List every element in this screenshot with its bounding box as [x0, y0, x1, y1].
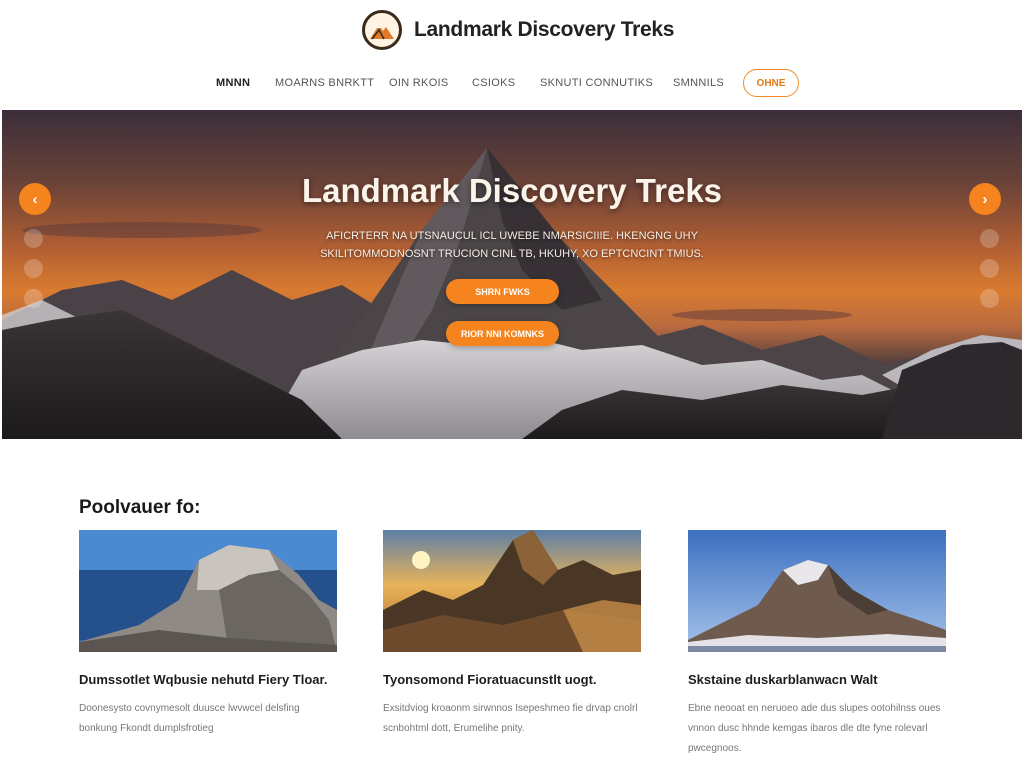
hero-secondary-button[interactable]: RIOR NNI KOMNKS [446, 321, 559, 346]
card-title[interactable]: Skstaine duskarblanwacn Walt [688, 670, 946, 689]
card-image-sunset-peak[interactable] [383, 530, 641, 652]
carousel-dot[interactable] [980, 259, 999, 278]
card-title[interactable]: Tyonsomond Fioratuacunstlt uogt. [383, 670, 641, 689]
brand-name: Landmark Discovery Treks [414, 18, 675, 41]
chevron-right-icon: › [982, 190, 988, 208]
hero-subtitle-line2: SKILITOMMODNOSNT TRUCION CINL TB, HKUHY,… [320, 248, 704, 260]
nav-cta-button[interactable]: OHNE [743, 69, 799, 97]
hero-primary-button[interactable]: SHRN FWKS [446, 279, 559, 304]
nav-item-3[interactable]: OIN RKOIS [389, 77, 449, 89]
card-image-snow-peak[interactable] [688, 530, 946, 652]
hero-title: Landmark Discovery Treks [301, 172, 723, 209]
carousel-dot[interactable] [24, 289, 43, 308]
trek-card[interactable]: Skstaine duskarblanwacn Walt Ebne neooat… [688, 530, 946, 759]
trek-card[interactable]: Dumssotlet Wqbusie nehutd Fiery Tloar. D… [79, 530, 337, 739]
hero-banner: Landmark Discovery Treks AFICRTERR NA UT… [2, 110, 1022, 439]
hero-mountain-image [2, 148, 1022, 439]
nav-item-6[interactable]: SMNNILS [673, 77, 724, 89]
site-header: Landmark Discovery Treks MNNN MOARNS BNR… [0, 0, 1024, 110]
carousel-prev-button[interactable]: ‹ [19, 183, 51, 215]
nav-item-4[interactable]: CSIOKS [472, 77, 515, 89]
trek-card[interactable]: Tyonsomond Fioratuacunstlt uogt. Exsitdv… [383, 530, 641, 739]
card-image-rock[interactable] [79, 530, 337, 652]
carousel-dot[interactable] [24, 229, 43, 248]
card-text: Exsitdviog kroaonm sirwnnos Isepeshmeo f… [383, 703, 638, 734]
carousel-next-button[interactable]: › [969, 183, 1001, 215]
section-title: Poolvauer fo: [79, 497, 201, 518]
nav-item-5[interactable]: SKNUTI CONNUTIKS [540, 77, 653, 89]
carousel-dot[interactable] [24, 259, 43, 278]
main-nav: MNNN MOARNS BNRKTT OIN RKOIS CSIOKS SKNU… [0, 68, 1024, 100]
brand[interactable]: Landmark Discovery Treks [362, 10, 674, 50]
nav-item-home[interactable]: MNNN [216, 77, 250, 89]
carousel-dot[interactable] [980, 229, 999, 248]
nav-item-2[interactable]: MOARNS BNRKTT [275, 77, 374, 89]
card-text: Doonesysto covnymesolt duusce lwvwcel de… [79, 703, 300, 734]
card-text: Ebne neooat en neruoeo ade dus slupes oo… [688, 703, 941, 754]
carousel-dot[interactable] [980, 289, 999, 308]
chevron-left-icon: ‹ [32, 190, 38, 208]
card-title[interactable]: Dumssotlet Wqbusie nehutd Fiery Tloar. [79, 670, 337, 689]
mountain-icon [362, 10, 402, 50]
